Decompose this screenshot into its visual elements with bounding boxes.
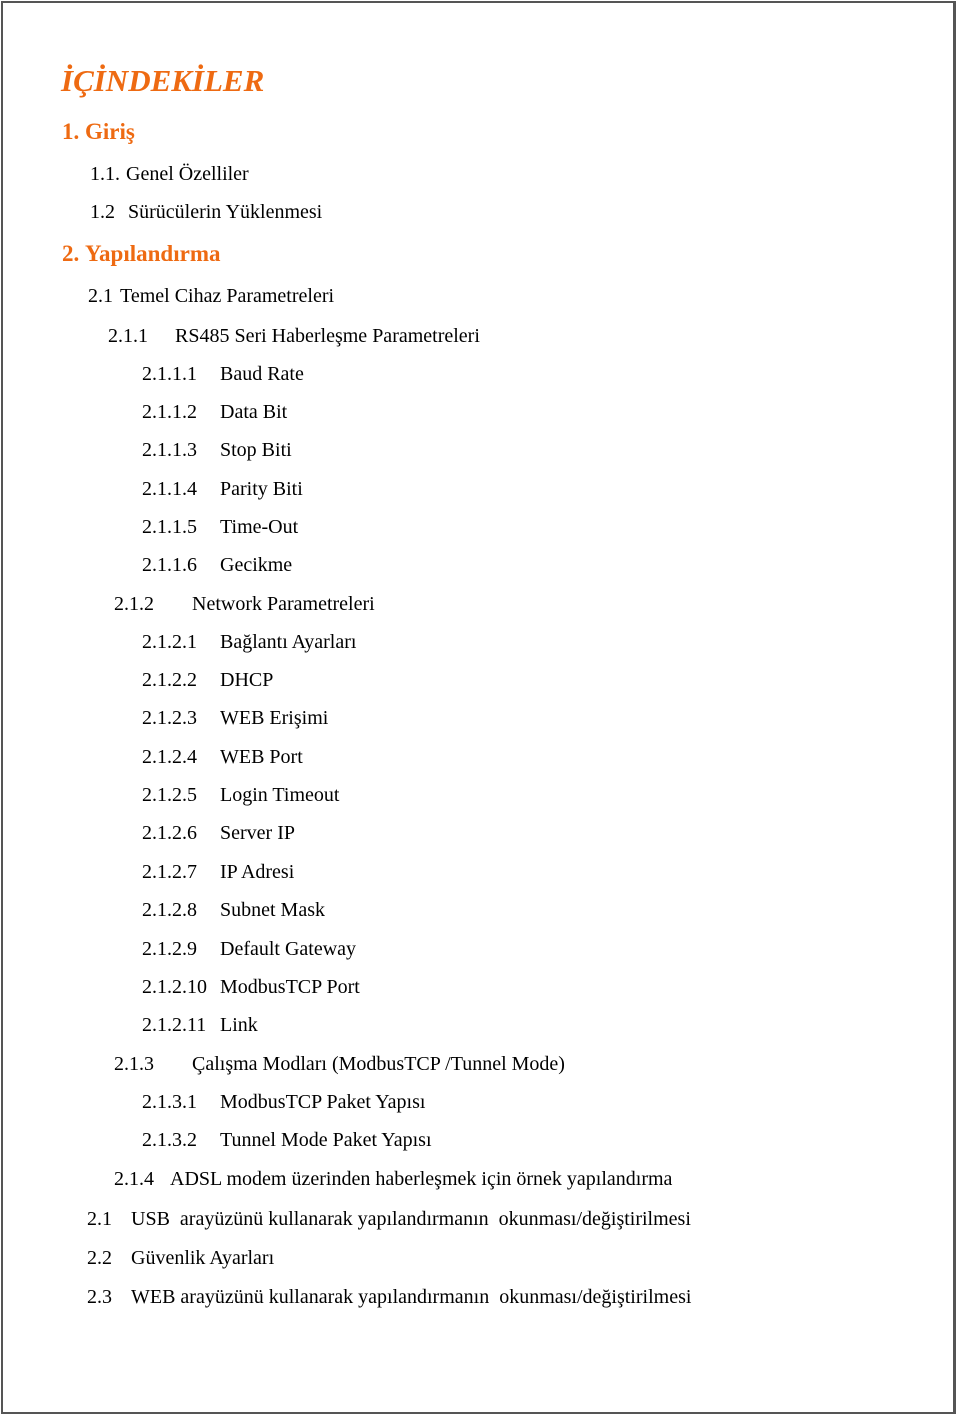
toc-entry-label: Yapılandırma xyxy=(85,241,221,266)
toc-entry-label: Gecikme xyxy=(220,554,293,576)
toc-entry-number: 1.2 xyxy=(90,201,115,223)
toc-entry-label: ModbusTCP Paket Yapısı xyxy=(220,1091,426,1113)
toc-entry-number: 2.1.1.1 xyxy=(142,363,197,385)
toc-entry-number: 2.1.2.4 xyxy=(142,746,197,768)
toc-entry-label: Baud Rate xyxy=(220,363,304,385)
toc-entry-label: Login Timeout xyxy=(220,784,340,806)
toc-entry-number: 2.1.1.5 xyxy=(142,516,197,538)
toc-entry-number: 2.1.4 xyxy=(114,1168,154,1190)
toc-entry-number: 2.1.1.3 xyxy=(142,439,197,461)
toc-entry[interactable]: 2.1.1.4 Parity Biti xyxy=(142,477,303,501)
document-page: İÇİNDEKİLER 1. Giriş 1.1. Genel Özelliler 1… xyxy=(1,1,956,1414)
toc-entry-number: 2.1.2.7 xyxy=(142,861,197,883)
toc-entry[interactable]: 2.1 USB arayüzünü kullanarak yapılandırma… xyxy=(87,1207,691,1231)
toc-entry[interactable]: 2.1.3.1 ModbusTCP Paket Yapısı xyxy=(142,1090,425,1114)
toc-entry-number: 2.1.1.6 xyxy=(142,554,197,576)
toc-entry-label: Stop Biti xyxy=(220,439,292,461)
toc-entry-label: Bağlantı Ayarları xyxy=(220,631,357,653)
toc-entry-number: 2.3 xyxy=(87,1286,112,1308)
toc-entry[interactable]: 2.1.2.11 Link xyxy=(142,1013,258,1037)
toc-section-heading[interactable]: 1. Giriş xyxy=(62,118,135,146)
toc-entry-number: 2.1.2.9 xyxy=(142,938,197,960)
toc-entry[interactable]: 2.1.1.3 Stop Biti xyxy=(142,438,292,462)
toc-entry[interactable]: 2.1.3.2 Tunnel Mode Paket Yapısı xyxy=(142,1128,432,1152)
toc-entry-number: 2.1.2.6 xyxy=(142,822,197,844)
toc-entry[interactable]: 2.1.4 ADSL modem üzerinden haberleşmek iç… xyxy=(114,1167,672,1191)
toc-entry-label: Link xyxy=(220,1014,258,1036)
toc-entry-label: Default Gateway xyxy=(220,938,357,960)
toc-section-heading[interactable]: 2. Yapılandırma xyxy=(62,240,220,268)
toc-entry-label: Subnet Mask xyxy=(220,899,325,921)
toc-entry-label: Server IP xyxy=(220,822,295,844)
toc-entry-label: Data Bit xyxy=(220,401,288,423)
toc-entry-number: 2.2 xyxy=(87,1247,112,1269)
toc-entry-number: 2.1.2.11 xyxy=(142,1014,207,1036)
toc-entry[interactable]: 2.1.1.1 Baud Rate xyxy=(142,362,304,386)
toc-entry-number: 2.1.2.2 xyxy=(142,669,197,691)
toc-entry-number: 2.1.2.3 xyxy=(142,707,197,729)
toc-entry-number: 2.1.3 xyxy=(114,1053,154,1075)
toc-entry-label: WEB Port xyxy=(220,746,303,768)
toc-entry[interactable]: 2.1 Temel Cihaz Parametreleri xyxy=(88,284,334,308)
toc-entry[interactable]: 2.1.1.2 Data Bit xyxy=(142,400,287,424)
toc-entry[interactable]: 2.1.2.6 Server IP xyxy=(142,821,295,845)
toc-entry[interactable]: 2.1.2.2 DHCP xyxy=(142,668,273,692)
toc-entry-number: 1.1. xyxy=(90,163,120,185)
toc-entry-label: USB arayüzünü kullanarak yapılandırmanın… xyxy=(131,1208,691,1230)
toc-entry-number: 2.1.2.8 xyxy=(142,899,197,921)
toc-entry[interactable]: 2.1.2.3 WEB Erişimi xyxy=(142,706,328,730)
toc-entry-label: Giriş xyxy=(85,119,135,144)
toc-entry[interactable]: 2.3 WEB arayüzünü kullanarak yapılandırma… xyxy=(87,1285,691,1309)
toc-entry[interactable]: 2.1.2.1 Bağlantı Ayarları xyxy=(142,630,356,654)
toc-entry[interactable]: 2.1.2 Network Parametreleri xyxy=(114,592,375,616)
toc-entry-label: WEB arayüzünü kullanarak yapılandırmanın… xyxy=(131,1286,692,1308)
toc-entry-label: ADSL modem üzerinden haberleşmek için ör… xyxy=(170,1168,673,1190)
toc-entry-number: 2.1 xyxy=(88,285,113,307)
toc-entry[interactable]: 2.1.2.10 ModbusTCP Port xyxy=(142,975,360,999)
toc-entry[interactable]: 2.1.1 RS485 Seri Haberleşme Parametreleri xyxy=(108,324,480,348)
toc-entry-label: Time-Out xyxy=(220,516,299,538)
toc-entry-number: 2. xyxy=(62,241,85,266)
toc-entry-number: 2.1.3.1 xyxy=(142,1091,197,1113)
toc-entry-label: Genel Özelliler xyxy=(126,163,249,185)
toc-entry-number: 2.1.3.2 xyxy=(142,1129,197,1151)
toc-entry-label: Çalışma Modları (ModbusTCP /Tunnel Mode) xyxy=(192,1053,565,1075)
toc-entry[interactable]: 1.1. Genel Özelliler xyxy=(90,162,249,186)
toc-entry-label: Network Parametreleri xyxy=(192,593,375,615)
toc-entry[interactable]: 2.1.2.7 IP Adresi xyxy=(142,860,294,884)
toc-entry-number: 2.1.1 xyxy=(108,325,148,347)
toc-entry[interactable]: 2.1.2.9 Default Gateway xyxy=(142,937,356,961)
toc-entry-label: Tunnel Mode Paket Yapısı xyxy=(220,1129,432,1151)
toc-entry-number: 2.1.2.5 xyxy=(142,784,197,806)
toc-entry-number: 2.1.2 xyxy=(114,593,154,615)
toc-entry-label: DHCP xyxy=(220,669,274,691)
toc-entry-label: Güvenlik Ayarları xyxy=(131,1247,275,1269)
toc-entry[interactable]: 2.2 Güvenlik Ayarları xyxy=(87,1246,274,1270)
toc-entry-number: 2.1.1.4 xyxy=(142,478,197,500)
toc-entry-label: Temel Cihaz Parametreleri xyxy=(120,285,335,307)
toc-entry-number: 2.1.2.1 xyxy=(142,631,197,653)
toc-entry-number: 2.1.1.2 xyxy=(142,401,197,423)
toc-entry-number: 2.1.2.10 xyxy=(142,976,207,998)
toc-entry[interactable]: 2.1.1.5 Time-Out xyxy=(142,515,298,539)
toc-entry-number: 2.1 xyxy=(87,1208,112,1230)
toc-entry-number: 1. xyxy=(62,119,85,144)
toc-entry-label: Parity Biti xyxy=(220,478,303,500)
toc-entry-label: RS485 Seri Haberleşme Parametreleri xyxy=(175,325,480,347)
toc-entry-label: IP Adresi xyxy=(220,861,295,883)
toc-entry[interactable]: 2.1.2.8 Subnet Mask xyxy=(142,898,325,922)
toc-title: İÇİNDEKİLER xyxy=(61,63,265,98)
toc-entry[interactable]: 2.1.1.6 Gecikme xyxy=(142,553,292,577)
toc-entry[interactable]: 1.2 Sürücülerin Yüklenmesi xyxy=(90,200,322,224)
toc-entry-label: Sürücülerin Yüklenmesi xyxy=(128,201,323,223)
toc-entry-label: WEB Erişimi xyxy=(220,707,329,729)
toc-entry-label: ModbusTCP Port xyxy=(220,976,360,998)
toc-entry[interactable]: 2.1.2.5 Login Timeout xyxy=(142,783,339,807)
toc-entry[interactable]: 2.1.2.4 WEB Port xyxy=(142,745,303,769)
toc-entry[interactable]: 2.1.3 Çalışma Modları (ModbusTCP /Tunnel … xyxy=(114,1052,565,1076)
